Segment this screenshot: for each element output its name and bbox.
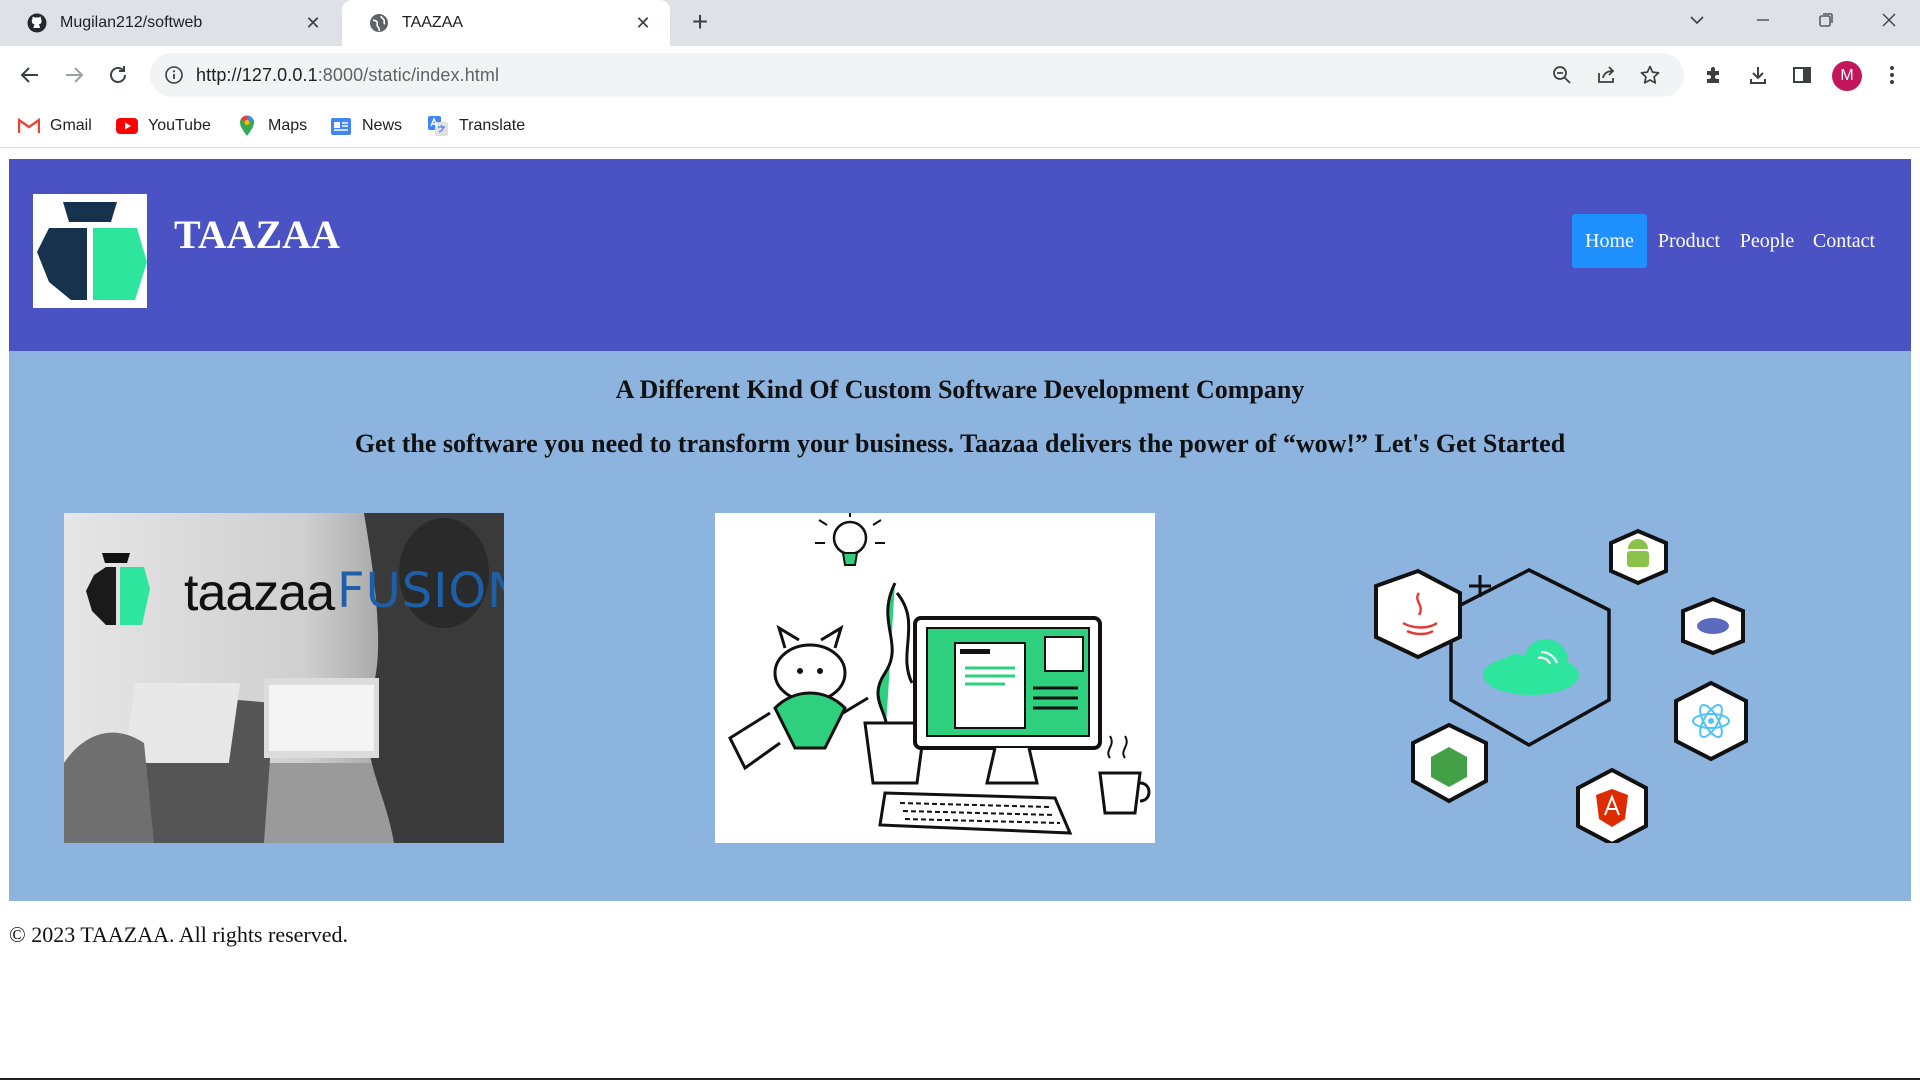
bookmark-label: Maps xyxy=(268,117,308,134)
menu-dots-icon[interactable] xyxy=(1878,61,1906,89)
taazaa-fusion-image: taazaa FUSION xyxy=(64,513,504,843)
github-icon xyxy=(26,12,48,34)
developer-illustration-image xyxy=(715,513,1155,843)
share-icon[interactable] xyxy=(1594,63,1618,87)
tab-title: TAAZAA xyxy=(402,14,464,31)
address-bar[interactable]: http://127.0.0.1:8000/static/index.html xyxy=(150,53,1684,97)
restore-icon[interactable] xyxy=(1806,0,1846,40)
bookmark-gmail[interactable]: Gmail xyxy=(18,114,92,138)
minimize-icon[interactable] xyxy=(1743,0,1783,40)
bookmark-youtube[interactable]: YouTube xyxy=(116,114,211,138)
close-tab-icon[interactable]: ✕ xyxy=(630,10,656,36)
footer-copyright: © 2023 TAAZAA. All rights reserved. xyxy=(9,922,349,947)
tab-search-icon[interactable] xyxy=(1677,0,1717,40)
forward-arrow-icon[interactable] xyxy=(58,59,90,91)
bookmarks-bar: Gmail YouTube Maps News Translate xyxy=(0,104,1920,148)
side-panel-icon[interactable] xyxy=(1788,61,1816,89)
youtube-icon xyxy=(116,115,138,137)
bookmark-maps[interactable]: Maps xyxy=(236,114,307,138)
globe-icon xyxy=(368,12,390,34)
tech-stack-illustration-image xyxy=(1331,513,1771,843)
browser-toolbar: http://127.0.0.1:8000/static/index.html … xyxy=(0,46,1920,104)
fusion-brand-text: taazaa xyxy=(184,564,335,622)
url-text: http://127.0.0.1:8000/static/index.html xyxy=(196,65,499,86)
download-icon[interactable] xyxy=(1744,61,1772,89)
extensions-icon[interactable] xyxy=(1700,61,1728,89)
nav-product[interactable]: Product xyxy=(1651,214,1727,268)
nav-home[interactable]: Home xyxy=(1572,214,1647,268)
hero-section: A Different Kind Of Custom Software Deve… xyxy=(9,351,1911,901)
bookmark-translate[interactable]: Translate xyxy=(427,114,525,138)
url-host: http://127.0.0.1 xyxy=(196,65,318,85)
tab-strip: Mugilan212/softweb ✕ TAAZAA ✕ + xyxy=(0,0,1920,46)
bookmark-star-icon[interactable] xyxy=(1638,63,1662,87)
reload-icon[interactable] xyxy=(102,59,134,91)
bookmark-label: YouTube xyxy=(148,117,211,134)
site-info-icon[interactable] xyxy=(164,65,184,85)
maps-pin-icon xyxy=(236,115,258,137)
tab-title: Mugilan212/softweb xyxy=(60,14,203,31)
fusion-product-text: FUSION xyxy=(337,563,504,619)
news-icon xyxy=(330,115,352,137)
tab-taazaa[interactable]: TAAZAA ✕ xyxy=(342,0,670,46)
taazaa-logo-mark-icon xyxy=(37,202,147,300)
site-header: TAAZAA Home Product People Contact xyxy=(9,159,1911,351)
close-window-icon[interactable] xyxy=(1869,0,1909,40)
bookmark-label: Translate xyxy=(459,117,526,134)
nav-contact[interactable]: Contact xyxy=(1806,214,1882,268)
taazaa-logo[interactable] xyxy=(33,194,147,308)
new-tab-icon[interactable]: + xyxy=(686,8,714,37)
gmail-icon xyxy=(18,115,40,137)
back-arrow-icon[interactable] xyxy=(14,59,46,91)
site-title: TAAZAA xyxy=(174,212,340,257)
hero-headline: A Different Kind Of Custom Software Deve… xyxy=(615,375,1305,404)
hero-subheadline: Get the software you need to transform y… xyxy=(354,429,1566,458)
zoom-icon[interactable] xyxy=(1550,63,1574,87)
page-viewport: TAAZAA Home Product People Contact A Dif… xyxy=(0,149,1920,1080)
translate-icon xyxy=(427,115,449,137)
url-path: :8000/static/index.html xyxy=(317,65,500,85)
nav-people[interactable]: People xyxy=(1734,214,1800,268)
close-tab-icon[interactable]: ✕ xyxy=(300,10,326,36)
profile-avatar[interactable]: M xyxy=(1832,61,1862,91)
bookmark-label: News xyxy=(362,117,403,134)
tab-github[interactable]: Mugilan212/softweb ✕ xyxy=(0,0,340,46)
bookmark-label: Gmail xyxy=(50,117,92,134)
bookmark-news[interactable]: News xyxy=(330,114,402,138)
